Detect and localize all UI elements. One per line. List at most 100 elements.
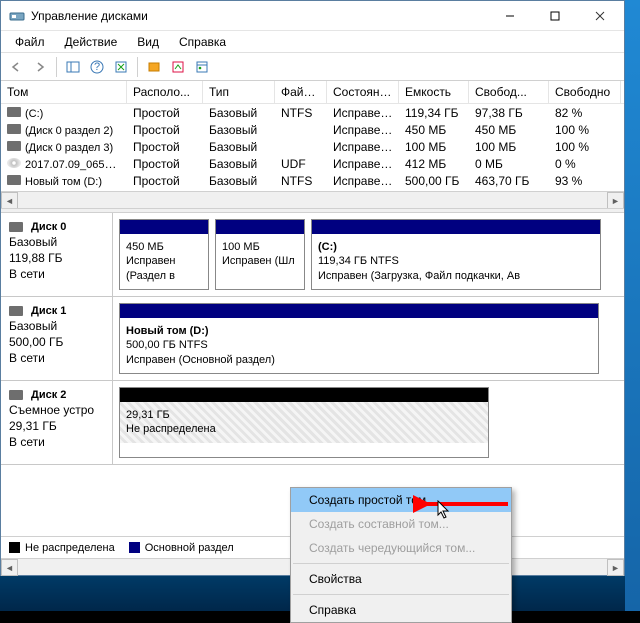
volume-row[interactable]: (Диск 0 раздел 2)ПростойБазовыйИсправен.… [1, 121, 624, 138]
partition-color-bar [120, 304, 598, 318]
vol-capacity: 119,34 ГБ [399, 106, 469, 120]
hdd-icon [7, 141, 21, 151]
vol-pct: 82 % [549, 106, 621, 120]
col-status[interactable]: Состояние [327, 81, 399, 103]
col-vol[interactable]: Том [1, 81, 127, 103]
volume-row[interactable]: (Диск 0 раздел 3)ПростойБазовыйИсправен.… [1, 138, 624, 155]
partition[interactable]: Новый том (D:)500,00 ГБ NTFSИсправен (Ос… [119, 303, 599, 374]
disk-status: В сети [9, 267, 104, 281]
disk-size: 119,88 ГБ [9, 251, 104, 265]
vol-status: Исправен... [327, 123, 399, 137]
disk-status: В сети [9, 435, 104, 449]
nav-back-button[interactable] [5, 56, 27, 78]
vol-layout: Простой [127, 123, 203, 137]
close-button[interactable] [577, 2, 622, 30]
disk-title: Диск 1 [31, 305, 66, 317]
vol-layout: Простой [127, 140, 203, 154]
volume-list: Том Располо... Тип Файл... Состояние Емк… [1, 81, 624, 191]
hdd-icon [7, 107, 21, 117]
menu-separator [293, 563, 509, 564]
properties-button[interactable] [191, 56, 213, 78]
partition-size: 500,00 ГБ NTFS [126, 338, 592, 352]
menubar: Файл Действие Вид Справка [1, 31, 624, 53]
toolbar: ? [1, 53, 624, 81]
minimize-button[interactable] [487, 2, 532, 30]
hdd-icon [7, 124, 21, 134]
hdd-icon [9, 306, 23, 316]
nav-fwd-button[interactable] [29, 56, 51, 78]
menu-separator [293, 594, 509, 595]
vol-free: 463,70 ГБ [469, 174, 549, 188]
disk-size: 500,00 ГБ [9, 335, 104, 349]
vol-free: 97,38 ГБ [469, 106, 549, 120]
vol-status: Исправен... [327, 174, 399, 188]
vol-free: 100 МБ [469, 140, 549, 154]
vol-name: 2017.07.09_0659 (E:) [25, 157, 127, 171]
vol-capacity: 450 МБ [399, 123, 469, 137]
partition-color-bar [120, 388, 488, 402]
titlebar[interactable]: Управление дисками [1, 1, 624, 31]
col-pct[interactable]: Свободно [549, 81, 621, 103]
menu-item: Создать чередующийся том... [291, 536, 511, 560]
legend-unalloc: Не распределена [9, 542, 115, 554]
partition[interactable]: 100 МБИсправен (Шл [215, 219, 305, 290]
menu-file[interactable]: Файл [5, 32, 55, 52]
disk-info[interactable]: Диск 2Съемное устро29,31 ГБВ сети [1, 381, 113, 464]
partition-size: 119,34 ГБ NTFS [318, 254, 594, 268]
vol-name: (C:) [25, 108, 43, 120]
vol-status: Исправен... [327, 157, 399, 171]
menu-view[interactable]: Вид [127, 32, 169, 52]
vol-status: Исправен... [327, 140, 399, 154]
view-panes-button[interactable] [62, 56, 84, 78]
vol-status: Исправен... [327, 106, 399, 120]
disk-title: Диск 2 [31, 389, 66, 401]
scroll-left-arrow[interactable]: ◄ [1, 559, 18, 576]
partition[interactable]: (C:)119,34 ГБ NTFSИсправен (Загрузка, Фа… [311, 219, 601, 290]
volume-row[interactable]: Новый том (D:)ПростойБазовыйNTFSИсправен… [1, 172, 624, 189]
refresh-button[interactable] [110, 56, 132, 78]
list-hscroll[interactable]: ◄ ► [1, 191, 624, 208]
col-fs[interactable]: Файл... [275, 81, 327, 103]
volume-row[interactable]: (C:)ПростойБазовыйNTFSИсправен...119,34 … [1, 104, 624, 121]
vol-type: Базовый [203, 157, 275, 171]
vol-type: Базовый [203, 174, 275, 188]
col-type[interactable]: Тип [203, 81, 275, 103]
partition[interactable]: 450 МБИсправен (Раздел в [119, 219, 209, 290]
disk-title: Диск 0 [31, 221, 66, 233]
column-headers[interactable]: Том Располо... Тип Файл... Состояние Емк… [1, 81, 624, 104]
partition-status: Исправен (Загрузка, Файл подкачки, Ав [318, 269, 594, 283]
partition-size: 100 МБ [222, 240, 298, 254]
col-capacity[interactable]: Емкость [399, 81, 469, 103]
disk-info[interactable]: Диск 1Базовый500,00 ГБВ сети [1, 297, 113, 380]
window-title: Управление дисками [31, 9, 487, 23]
menu-item[interactable]: Справка [291, 598, 511, 622]
partition-status: Исправен (Основной раздел) [126, 353, 592, 367]
scroll-left-arrow[interactable]: ◄ [1, 192, 18, 209]
help-button[interactable]: ? [86, 56, 108, 78]
vol-layout: Простой [127, 157, 203, 171]
scroll-right-arrow[interactable]: ► [607, 192, 624, 209]
maximize-button[interactable] [532, 2, 577, 30]
col-free[interactable]: Свобод... [469, 81, 549, 103]
disk-info[interactable]: Диск 0Базовый119,88 ГБВ сети [1, 213, 113, 296]
app-icon [9, 8, 25, 24]
menu-item[interactable]: Свойства [291, 567, 511, 591]
partition-color-bar [216, 220, 304, 234]
partition-status: Не распределена [126, 422, 482, 436]
partition-unallocated[interactable]: 29,31 ГБНе распределена [119, 387, 489, 458]
scroll-right-arrow[interactable]: ► [607, 559, 624, 576]
vol-capacity: 500,00 ГБ [399, 174, 469, 188]
vol-fs: NTFS [275, 174, 327, 188]
menu-help[interactable]: Справка [169, 32, 236, 52]
col-layout[interactable]: Располо... [127, 81, 203, 103]
settings1-button[interactable] [143, 56, 165, 78]
volume-row[interactable]: 2017.07.09_0659 (E:)ПростойБазовыйUDFИсп… [1, 155, 624, 172]
settings2-button[interactable] [167, 56, 189, 78]
partition-size: 29,31 ГБ [126, 408, 482, 422]
menu-action[interactable]: Действие [55, 32, 128, 52]
vol-type: Базовый [203, 106, 275, 120]
cursor-icon [437, 500, 453, 523]
vol-pct: 0 % [549, 157, 621, 171]
disk-status: В сети [9, 351, 104, 365]
legend-primary: Основной раздел [129, 542, 234, 554]
